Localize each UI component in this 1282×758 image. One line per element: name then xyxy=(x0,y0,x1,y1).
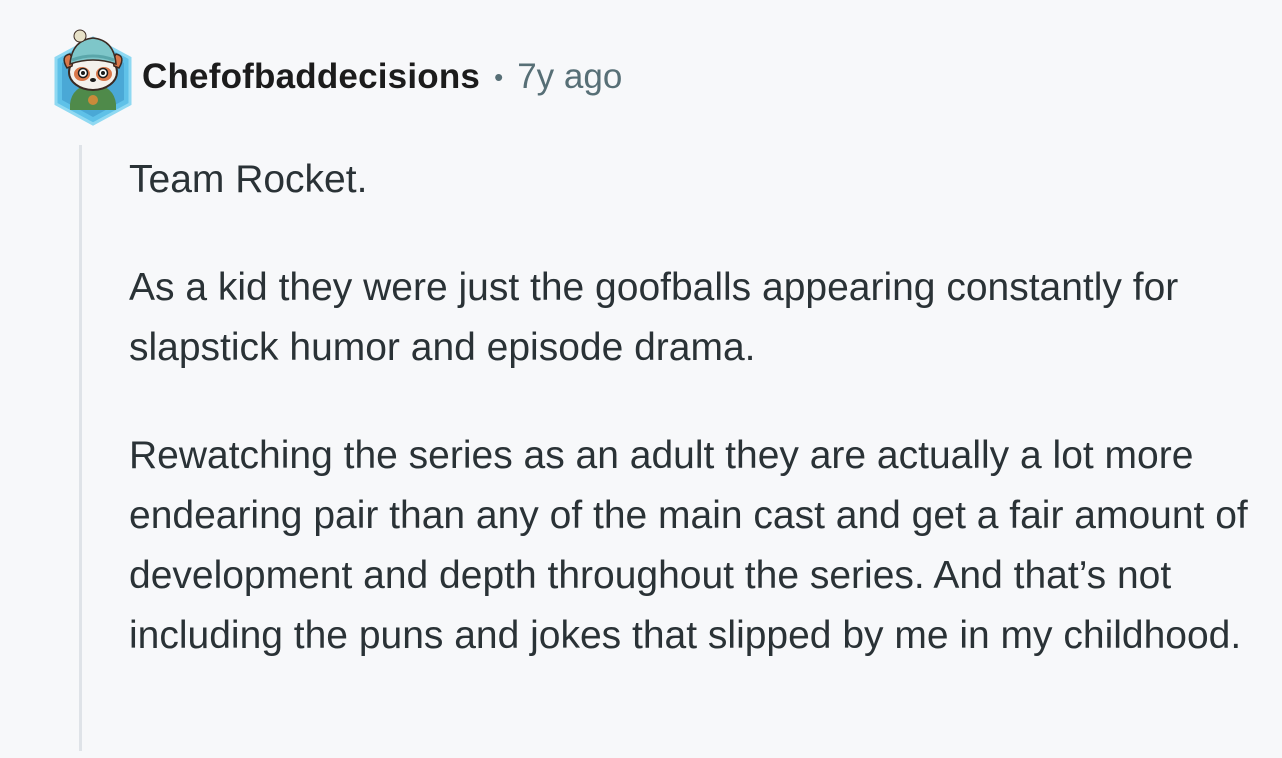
comment-paragraph-3: Rewatching the series as an adult they a… xyxy=(129,434,1248,657)
comment-header: Chefofbaddecisions • 7y ago xyxy=(50,26,622,128)
meta-separator: • xyxy=(494,61,504,92)
comment-paragraph-2: As a kid they were just the goofballs ap… xyxy=(129,266,1179,369)
comment-paragraph-1: Team Rocket. xyxy=(129,158,368,201)
username-link[interactable]: Chefofbaddecisions xyxy=(142,57,480,97)
red-panda-avatar-icon[interactable] xyxy=(50,26,136,128)
timestamp-link[interactable]: 7y ago xyxy=(517,57,622,97)
comment: Chefofbaddecisions • 7y ago Team Rocket.… xyxy=(0,0,1282,758)
thread-line[interactable] xyxy=(79,145,82,751)
comment-body: Team Rocket. As a kid they were just the… xyxy=(129,150,1259,714)
